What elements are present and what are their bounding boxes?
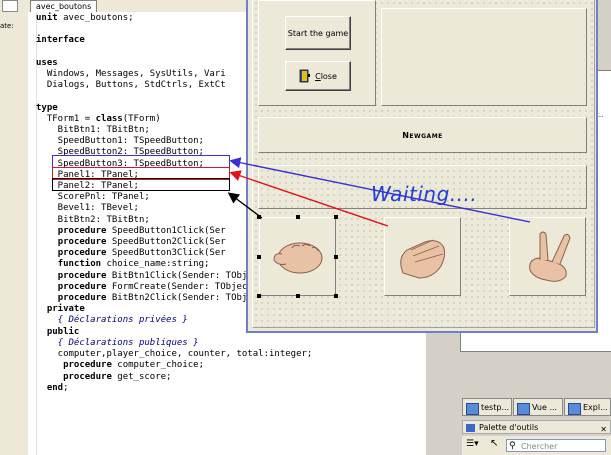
tab-view[interactable]: Vue ... <box>513 398 563 416</box>
speedbutton3-scissors[interactable] <box>509 217 586 296</box>
selection-handle[interactable] <box>334 294 338 298</box>
form1-client: Start the game Close Newgame Waiting.... <box>252 0 595 328</box>
tab-label: Vue ... <box>532 403 558 412</box>
code-line[interactable]: computer,player_choice, counter, total:i… <box>36 349 424 360</box>
search-placeholder: Chercher <box>521 442 558 451</box>
rock-hand-icon <box>273 242 323 274</box>
speedbutton1-rock[interactable] <box>259 217 336 296</box>
palette-title: Palette d'outils <box>479 423 539 432</box>
tab-explorer[interactable]: Expl... <box>564 398 611 416</box>
highlight-speedbutton3 <box>52 178 230 191</box>
panel1[interactable]: Start the game Close <box>258 0 376 106</box>
palette-search-input[interactable]: ⚲ Chercher <box>506 439 606 452</box>
palette-toolbar: ☰▾ ↖ ⚲ Chercher <box>462 436 611 455</box>
newgame-label: Newgame <box>402 130 443 140</box>
tree-icon <box>517 403 530 415</box>
paper-hand-icon <box>400 239 446 279</box>
close-icon[interactable]: ✕ <box>600 423 607 437</box>
form-designer-window: Start the game Close Newgame Waiting.... <box>246 0 598 333</box>
tab-label: Expl... <box>583 403 608 412</box>
score-panel[interactable] <box>381 8 587 106</box>
speedbutton2-paper[interactable] <box>384 217 461 296</box>
code-line[interactable]: procedure computer_choice; <box>36 360 424 371</box>
selection-handle[interactable] <box>257 294 261 298</box>
newgame-panel[interactable]: Newgame <box>258 117 587 153</box>
project-tabs: testp... Vue ... Expl... <box>462 398 611 418</box>
code-line[interactable]: end; <box>36 383 424 394</box>
close-button[interactable]: Close <box>285 61 351 91</box>
selection-handle[interactable] <box>257 215 261 219</box>
waiting-text: Waiting.... <box>371 182 478 206</box>
pointer-icon[interactable]: ↖ <box>490 438 498 449</box>
door-icon <box>299 69 311 83</box>
tab-label: testp... <box>481 403 510 412</box>
palette-icon <box>466 424 475 432</box>
left-side-strip: ate: <box>0 0 29 455</box>
close-label: Close <box>315 72 337 81</box>
selection-handle[interactable] <box>257 255 261 259</box>
explorer-icon <box>568 403 581 415</box>
start-game-label: Start the game <box>287 28 349 38</box>
scissors-hand-icon <box>529 231 571 282</box>
palette-header[interactable]: Palette d'outils ✕ <box>462 420 611 434</box>
tab-avec-boutons[interactable]: avec_boutons <box>30 0 98 12</box>
tab-project[interactable]: testp... <box>462 398 512 416</box>
selection-handle[interactable] <box>334 215 338 219</box>
categories-icon[interactable]: ☰▾ <box>466 439 479 449</box>
selection-handle[interactable] <box>334 255 338 259</box>
code-line[interactable]: { Déclarations publiques } <box>36 338 424 349</box>
search-icon: ⚲ <box>509 441 516 451</box>
close-rest: lose <box>320 71 337 81</box>
side-label: ate: <box>0 22 14 30</box>
selection-handle[interactable] <box>296 215 300 219</box>
start-game-button[interactable]: Start the game <box>285 16 351 50</box>
project-icon <box>466 403 479 415</box>
structure-icon <box>2 0 18 12</box>
selection-handle[interactable] <box>296 294 300 298</box>
code-line[interactable]: procedure get_score; <box>36 372 424 383</box>
